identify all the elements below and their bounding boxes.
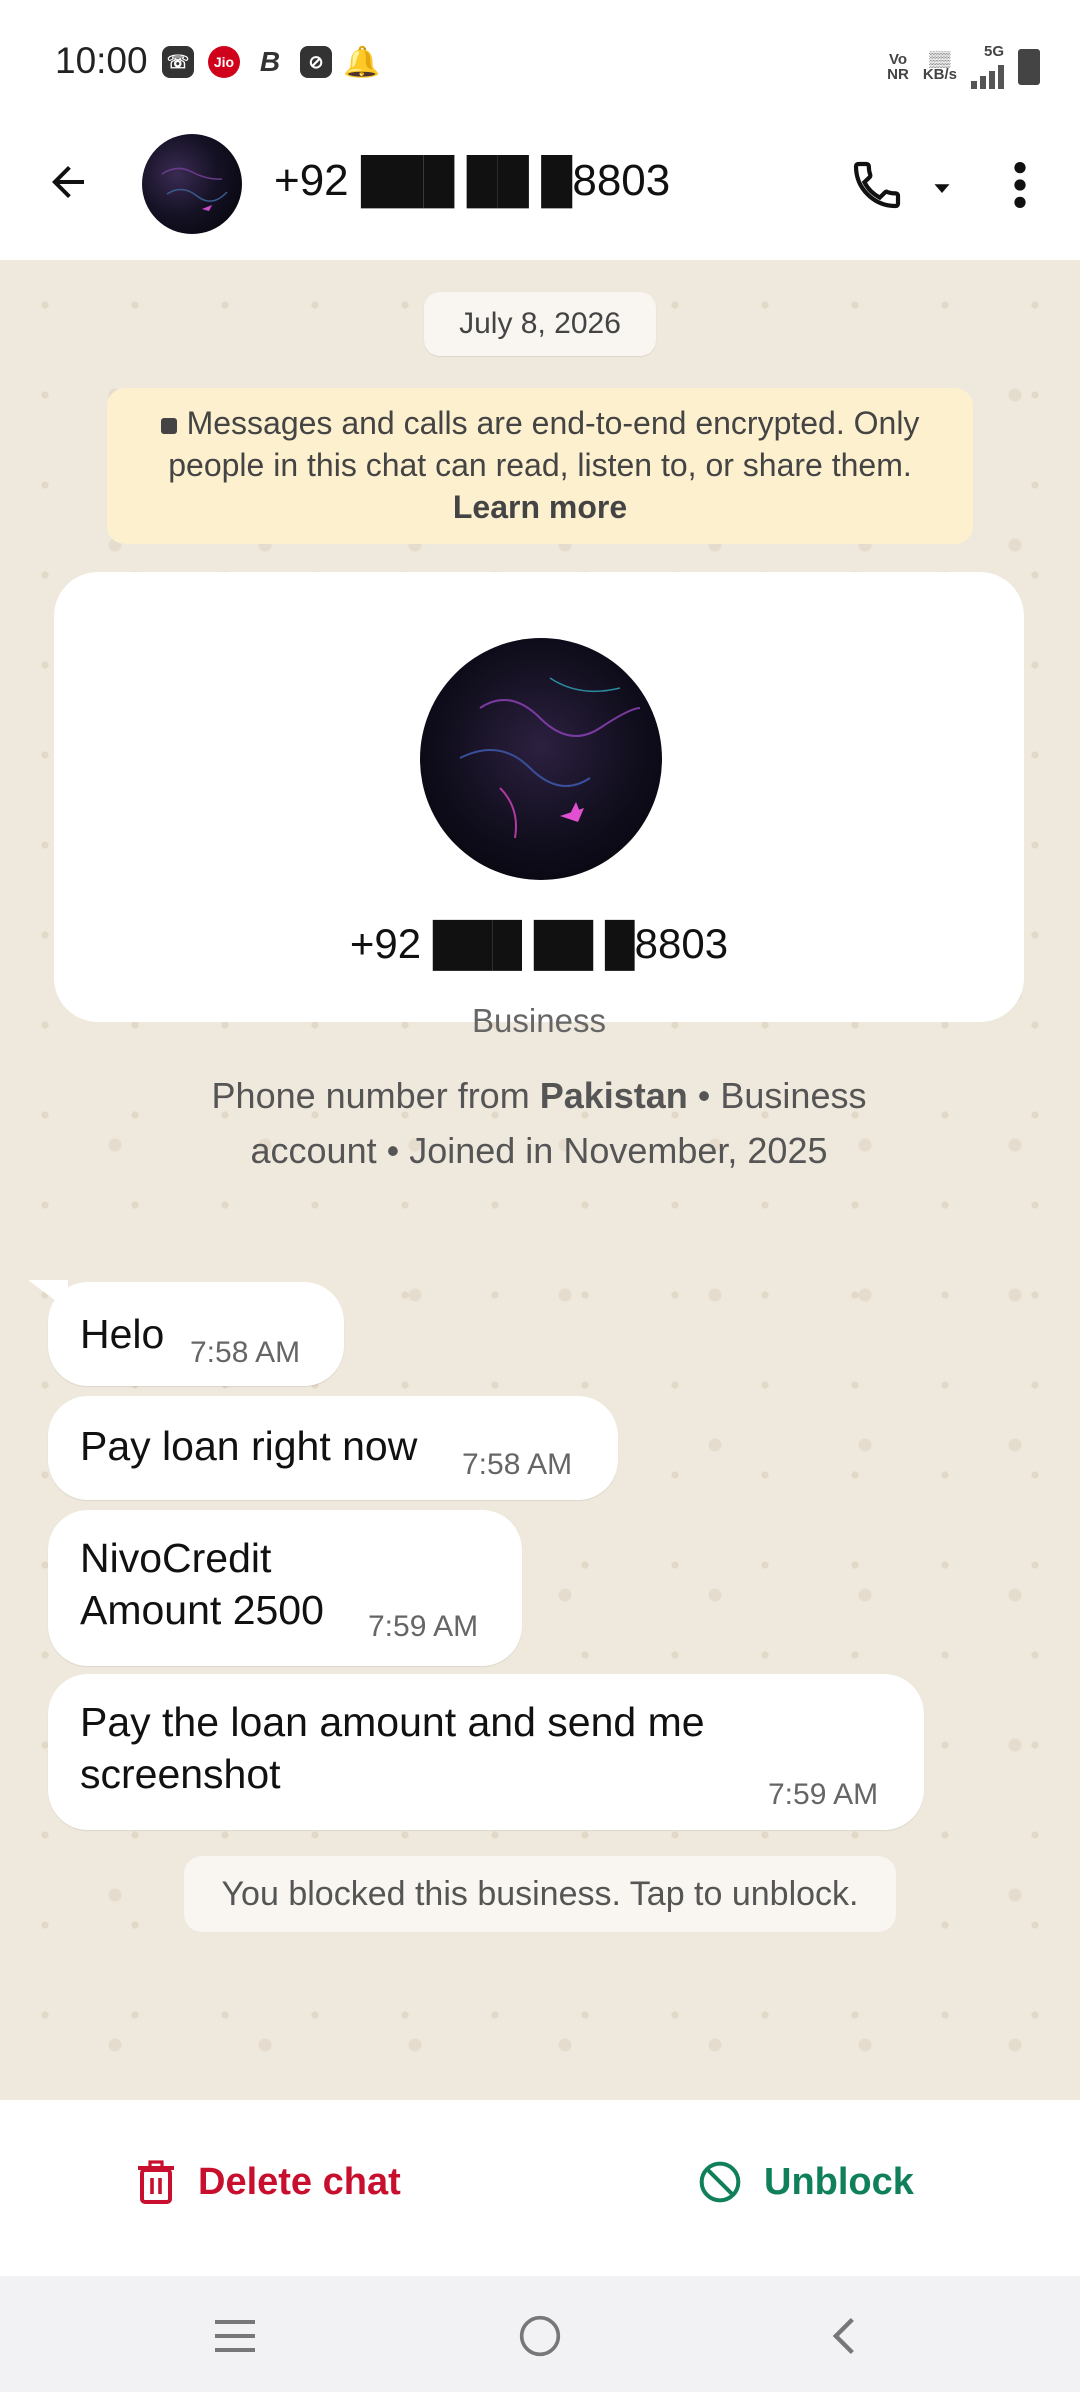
contact-title[interactable]: +92 ███ ██ █8803 <box>274 156 670 206</box>
blocked-action-bar: Delete chat Unblock <box>0 2100 1080 2276</box>
call-options-dropdown[interactable] <box>924 170 960 206</box>
profile-type: Business <box>472 1002 606 1039</box>
b-icon: B <box>259 46 281 77</box>
encryption-notice[interactable]: Messages and calls are end-to-end encryp… <box>107 388 973 544</box>
message-text: Pay the loan amount and send me screensh… <box>80 1699 705 1797</box>
message-bubble[interactable]: Pay loan right now 7:58 AM <box>48 1396 618 1500</box>
app-icon: ⊘ <box>300 46 332 78</box>
lock-icon <box>160 418 177 434</box>
message-text: Pay loan right now <box>80 1423 418 1469</box>
more-vertical-icon <box>1014 162 1026 208</box>
caret-down-icon <box>934 184 950 193</box>
message-text: Helo <box>80 1311 165 1357</box>
profile-avatar[interactable] <box>420 638 662 880</box>
call-icon: ☏ <box>162 46 194 78</box>
notification-icon: 🔔 <box>343 45 381 79</box>
chat-header: +92 ███ ██ █8803 <box>0 120 1080 260</box>
back-button[interactable] <box>36 150 100 214</box>
encryption-text: Messages and calls are end-to-end encryp… <box>168 405 920 483</box>
blocked-notice[interactable]: You blocked this business. Tap to unbloc… <box>184 1856 896 1932</box>
message-time: 7:58 AM <box>462 1448 573 1481</box>
trash-icon <box>138 2160 174 2204</box>
message-bubble[interactable]: NivoCredit Amount 2500 7:59 AM <box>48 1510 522 1666</box>
message-bubble[interactable]: Pay the loan amount and send me screensh… <box>48 1674 924 1830</box>
phone-icon <box>853 161 901 209</box>
status-icons-left: ☏ Jio B ⊘ 🔔 <box>162 45 381 79</box>
avatar[interactable] <box>142 134 242 234</box>
status-bar: 10:00 ☏ Jio B ⊘ 🔔 Vo NR ▒▒ KB/s 5G <box>0 0 1080 120</box>
voice-call-button[interactable] <box>842 150 912 220</box>
menu-icon <box>215 2320 255 2352</box>
message-text: NivoCredit Amount 2500 <box>80 1535 324 1633</box>
message-bubble[interactable]: Helo 7:58 AM <box>48 1282 344 1386</box>
profile-phone: +92 ███ ██ █8803 <box>349 920 729 967</box>
business-profile-card[interactable]: +92 ███ ██ █8803 Business Phone number f… <box>54 572 1024 1171</box>
unblock-label: Unblock <box>764 2160 914 2203</box>
battery-icon <box>1018 48 1040 85</box>
delete-chat-button[interactable]: Delete chat <box>136 2160 401 2204</box>
jio-icon: Jio <box>208 46 240 78</box>
home-icon <box>519 2315 561 2357</box>
system-nav-bar <box>0 2276 1080 2392</box>
block-icon <box>699 2161 741 2203</box>
back-nav-button[interactable] <box>815 2306 875 2366</box>
status-icons-right: Vo NR ▒▒ KB/s 5G <box>887 44 1040 89</box>
message-time: 7:58 AM <box>190 1336 301 1369</box>
arrow-left-icon <box>52 166 84 198</box>
status-time: 10:00 <box>55 40 148 81</box>
data-speed-indicator: ▒▒ KB/s <box>922 50 957 83</box>
message-time: 7:59 AM <box>368 1610 479 1643</box>
unblock-button[interactable]: Unblock <box>698 2160 914 2204</box>
profile-description: Phone number from Pakistan • Business ac… <box>211 1075 867 1171</box>
more-options-button[interactable] <box>1000 150 1040 220</box>
date-chip: July 8, 2026 <box>424 292 656 356</box>
recents-button[interactable] <box>205 2306 265 2366</box>
message-time: 7:59 AM <box>768 1778 879 1811</box>
signal-icon: 5G <box>971 44 1004 89</box>
chat-area[interactable]: July 8, 2026 Messages and calls are end-… <box>0 260 1080 2100</box>
back-icon <box>832 2317 854 2355</box>
volte-indicator: Vo NR <box>887 50 909 83</box>
home-button[interactable] <box>510 2306 570 2366</box>
learn-more-link[interactable]: Learn more <box>453 489 627 525</box>
delete-chat-label: Delete chat <box>198 2160 401 2203</box>
